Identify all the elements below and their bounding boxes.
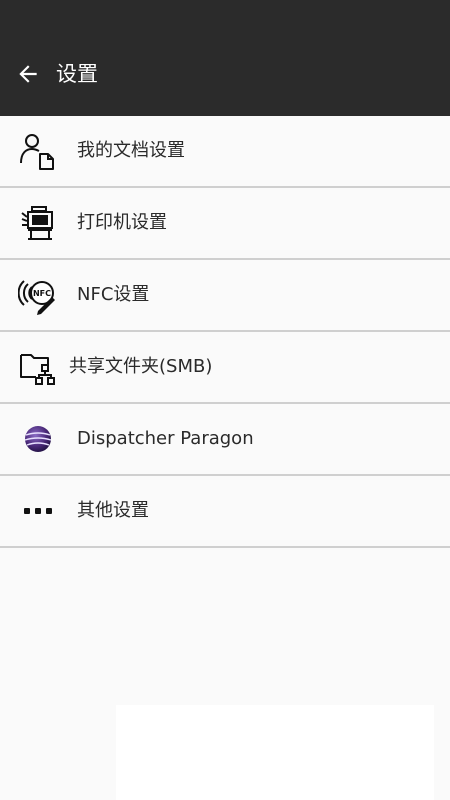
menu-item-label: 其他设置 <box>77 500 149 521</box>
menu-item-smb[interactable]: 共享文件夹(SMB) <box>0 332 450 404</box>
back-button[interactable] <box>12 58 44 90</box>
arrow-left-icon <box>19 65 37 83</box>
menu-item-label: NFC设置 <box>77 284 150 305</box>
empty-area <box>116 705 434 800</box>
app-bar: 设置 <box>0 0 450 116</box>
menu-item-label: Dispatcher Paragon <box>77 428 254 449</box>
printer-icon <box>18 203 58 243</box>
more-dots-icon <box>18 491 58 531</box>
settings-list: 我的文档设置 打印机设置 NFC NFC设置 共享文件夹(SMB) Dispat… <box>0 116 450 548</box>
menu-item-nfc[interactable]: NFC NFC设置 <box>0 260 450 332</box>
page-title: 设置 <box>56 62 98 86</box>
menu-item-label: 共享文件夹(SMB) <box>69 356 213 377</box>
menu-item-printer[interactable]: 打印机设置 <box>0 188 450 260</box>
menu-item-dispatcher-paragon[interactable]: Dispatcher Paragon <box>0 404 450 476</box>
menu-item-label: 打印机设置 <box>77 212 167 233</box>
menu-item-my-documents[interactable]: 我的文档设置 <box>0 116 450 188</box>
nfc-icon: NFC <box>18 275 58 315</box>
shared-folder-icon <box>18 347 58 387</box>
menu-item-label: 我的文档设置 <box>77 140 185 161</box>
menu-item-other[interactable]: 其他设置 <box>0 476 450 548</box>
app-screen: 设置 我的文档设置 打印机设置 NFC NFC设置 共享文件夹(SMB) Dis… <box>0 0 450 800</box>
dispatcher-paragon-logo-icon <box>18 419 58 459</box>
user-document-icon <box>18 131 58 171</box>
svg-text:NFC: NFC <box>33 289 51 298</box>
